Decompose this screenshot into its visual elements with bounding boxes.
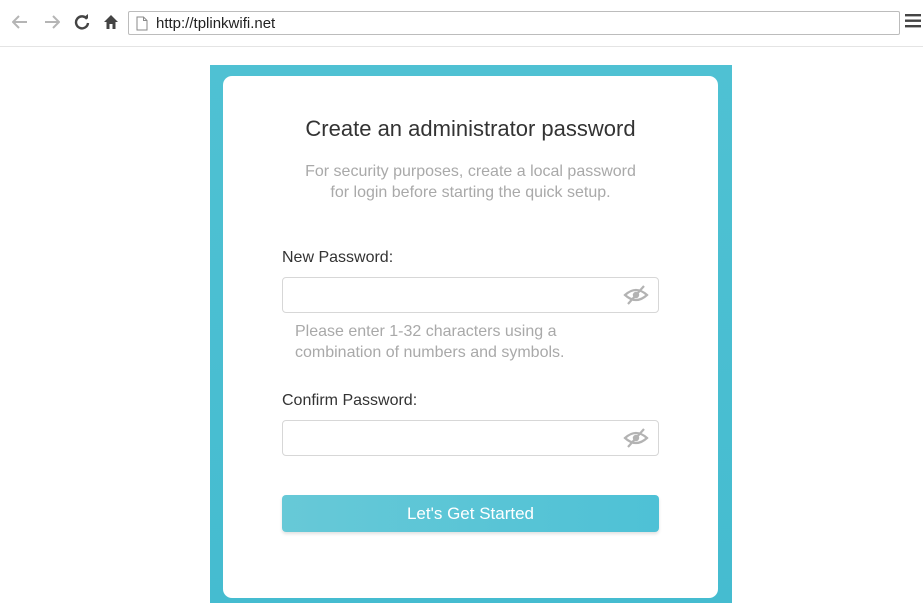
subtitle: For security purposes, create a local pa… [263,161,678,203]
confirm-password-label: Confirm Password: [282,392,418,409]
url-text: http://tplinkwifi.net [156,15,276,32]
eye-hidden-icon[interactable] [623,427,649,449]
subtitle-line-2: for login before starting the quick setu… [330,184,611,201]
hint-line-1: Please enter 1-32 characters using a [295,323,557,340]
hint-line-2: combination of numbers and symbols. [295,344,565,361]
reload-icon[interactable] [72,12,92,32]
confirm-password-field [282,420,659,456]
arrow-right-icon[interactable] [42,12,62,32]
lets-get-started-button[interactable]: Let's Get Started [282,495,659,532]
new-password-input[interactable] [283,278,613,312]
eye-hidden-icon[interactable] [623,284,649,306]
browser-toolbar: http://tplinkwifi.net [0,0,923,47]
hamburger-menu-icon[interactable] [905,14,921,33]
password-hint: Please enter 1-32 characters using a com… [295,321,635,363]
page-icon [136,16,148,36]
confirm-password-input[interactable] [283,421,613,455]
arrow-left-icon[interactable] [10,12,30,32]
new-password-field [282,277,659,313]
subtitle-line-1: For security purposes, create a local pa… [305,163,636,180]
home-icon[interactable] [101,12,121,32]
page-title: Create an administrator password [305,116,636,141]
new-password-label: New Password: [282,249,394,266]
address-bar[interactable]: http://tplinkwifi.net [128,11,900,35]
password-card: Create an administrator password For sec… [223,76,718,598]
